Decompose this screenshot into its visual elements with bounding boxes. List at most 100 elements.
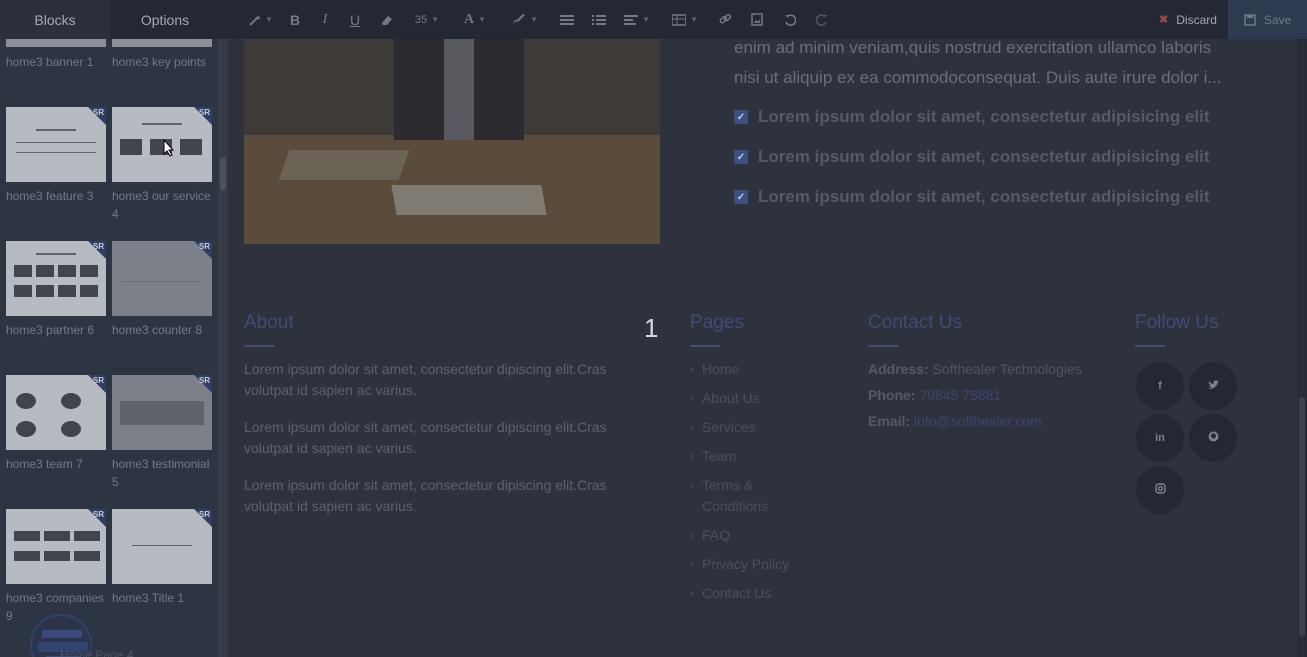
footer-link-terms[interactable]: › Terms & Conditions xyxy=(690,475,800,517)
footer-link-label: FAQ xyxy=(702,527,731,543)
save-button[interactable]: Save xyxy=(1228,0,1307,39)
sr-badge: SR xyxy=(198,376,210,385)
block-thumb-feature[interactable]: SR xyxy=(6,107,106,182)
footer-link-team[interactable]: › Team xyxy=(690,446,736,467)
highlight-dropdown[interactable]: ▼ xyxy=(500,0,550,39)
list-icon xyxy=(560,14,574,25)
ordered-list-button[interactable] xyxy=(584,0,614,39)
about-paragraph: Lorem ipsum dolor sit amet, consectetur … xyxy=(244,477,607,514)
phone-value[interactable]: 79845 75881 xyxy=(919,387,1001,403)
checklist-text: Lorem ipsum dolor sit amet, consectetur … xyxy=(758,147,1210,166)
sidebar-scrollbar[interactable] xyxy=(218,39,228,657)
block-thumb-service[interactable]: SR xyxy=(112,107,212,182)
block-thumb-partner[interactable]: SR xyxy=(6,241,106,316)
block-thumb-title[interactable]: SR xyxy=(112,509,212,584)
footer-contact-heading: Contact Us xyxy=(868,312,962,333)
block-thumb-team[interactable]: SR xyxy=(6,375,106,450)
footer-link-contact[interactable]: › Contact Us xyxy=(690,583,771,604)
checklist-item: ✓ Lorem ipsum dolor sit amet, consectetur… xyxy=(734,147,1210,167)
brush-icon xyxy=(513,13,526,25)
tab-blocks[interactable]: Blocks xyxy=(0,0,110,39)
editor-canvas: enim ad minim veniam,quis nostrud exerci… xyxy=(228,39,1297,657)
checklist-item: ✓ Lorem ipsum dolor sit amet, consectetur… xyxy=(734,187,1210,207)
sr-badge: SR xyxy=(92,376,104,385)
block-label: home3 Title 1 xyxy=(112,591,185,605)
footer-link-services[interactable]: › Services xyxy=(690,417,756,438)
twitter-button[interactable] xyxy=(1189,362,1237,410)
contact-phone: Phone: 79845 75881 xyxy=(868,387,1001,403)
heading-underline xyxy=(1135,345,1165,347)
email-link[interactable]: info@softhealer.com xyxy=(914,413,1042,429)
checkbox-icon: ✓ xyxy=(734,110,748,124)
footer-link-label: Contact Us xyxy=(702,585,772,601)
redo-button[interactable] xyxy=(806,0,838,39)
checkbox-icon: ✓ xyxy=(734,150,748,164)
facebook-button[interactable]: f xyxy=(1136,362,1184,410)
linkedin-button[interactable]: in xyxy=(1136,414,1184,462)
font-color-icon: A xyxy=(463,11,475,27)
sidebar-scroll-thumb[interactable] xyxy=(220,157,226,191)
font-size-dropdown[interactable]: 35 ▼ xyxy=(404,0,450,39)
undo-icon xyxy=(785,13,796,26)
block-label: home3 key points xyxy=(112,55,207,69)
floppy-icon xyxy=(1244,13,1256,26)
link-icon xyxy=(719,13,731,24)
magic-wand-icon xyxy=(249,14,262,26)
block-thumb-companies[interactable]: SR xyxy=(6,509,106,584)
table-dropdown[interactable]: ▼ xyxy=(660,0,710,39)
unordered-list-button[interactable] xyxy=(550,0,584,39)
discard-label: Discard xyxy=(1176,12,1217,27)
thumb-strip xyxy=(6,39,106,47)
footer-link-privacy[interactable]: › Privacy Policy xyxy=(690,554,789,575)
block-thumb-testimonial[interactable]: SR xyxy=(112,375,212,450)
github-button[interactable] xyxy=(1189,414,1237,462)
checklist-item: ✓ Lorem ipsum dolor sit amet, consectetur… xyxy=(734,107,1210,127)
facebook-icon: f xyxy=(1158,380,1162,392)
footer-link-label: Services xyxy=(702,419,756,435)
overlay-number: 1 xyxy=(644,313,659,343)
contact-email: Email: info@softhealer.com xyxy=(868,413,1042,429)
block-label: home3 team 7 xyxy=(6,457,83,471)
block-label: home3 testimonial 5 xyxy=(112,457,210,489)
canvas-scroll-thumb[interactable] xyxy=(1299,397,1305,637)
canvas-scrollbar[interactable] xyxy=(1297,39,1307,657)
save-label: Save xyxy=(1263,12,1292,27)
italic-button[interactable]: I xyxy=(310,0,340,39)
image-button[interactable] xyxy=(740,0,774,39)
footer-link-label: Terms & Conditions xyxy=(702,477,769,514)
linkedin-icon: in xyxy=(1155,432,1165,444)
instagram-button[interactable] xyxy=(1136,466,1184,514)
chevron-right-icon: › xyxy=(690,391,694,405)
chevron-right-icon: › xyxy=(690,557,694,571)
footer-about-heading: About xyxy=(244,312,294,333)
undo-button[interactable] xyxy=(774,0,806,39)
footer-link-faq[interactable]: › FAQ xyxy=(690,525,730,546)
checkbox-icon: ✓ xyxy=(734,190,748,204)
office-photo xyxy=(244,39,660,244)
footer-link-about[interactable]: › About Us xyxy=(690,388,760,409)
phone-label: Phone: xyxy=(868,387,916,403)
chevron-right-icon: › xyxy=(690,449,694,463)
bold-button[interactable]: B xyxy=(280,0,310,39)
underline-button[interactable]: U xyxy=(340,0,370,39)
link-button[interactable] xyxy=(710,0,740,39)
footer-follow-heading: Follow Us xyxy=(1135,312,1219,333)
image-icon xyxy=(751,13,763,26)
eraser-button[interactable] xyxy=(370,0,404,39)
chevron-right-icon: › xyxy=(690,420,694,434)
email-label: Email: xyxy=(868,413,911,429)
block-label: home3 our service 4 xyxy=(112,189,211,221)
block-thumb-counter[interactable]: SR xyxy=(112,241,212,316)
github-icon xyxy=(1208,431,1219,445)
magic-wand-dropdown[interactable]: ▼ xyxy=(242,0,280,39)
sr-badge: SR xyxy=(198,510,210,519)
align-dropdown[interactable]: ▼ xyxy=(614,0,660,39)
font-color-dropdown[interactable]: A ▼ xyxy=(450,0,500,39)
block-label: home3 feature 3 xyxy=(6,189,94,203)
discard-button[interactable]: ✖ Discard xyxy=(1148,0,1228,39)
tab-options[interactable]: Options xyxy=(110,0,220,39)
address-value: Softhealer Technologies xyxy=(932,361,1082,377)
footer-link-label: About Us xyxy=(702,390,760,406)
chevron-right-icon: › xyxy=(690,478,694,492)
footer-link-home[interactable]: › Home xyxy=(690,359,739,380)
